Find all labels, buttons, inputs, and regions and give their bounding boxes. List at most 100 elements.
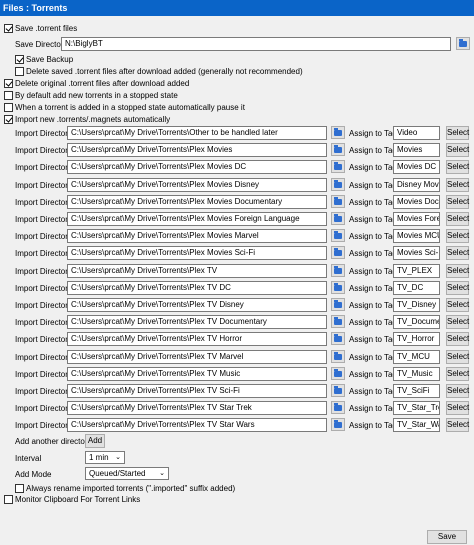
import-directory-label: Import Directory (15, 266, 72, 276)
import-directory-input[interactable]: C:\Users\prcat\My Drive\Torrents\Plex Mo… (67, 229, 327, 244)
tag-select-button[interactable]: Select (446, 332, 469, 347)
import-directory-browse-button[interactable] (331, 229, 345, 243)
import-directory-input[interactable]: C:\Users\prcat\My Drive\Torrents\Plex TV (67, 263, 327, 278)
assign-tag-label: Assign to Tag (349, 129, 397, 138)
import-directory-browse-button[interactable] (331, 143, 345, 157)
tag-select-button[interactable]: Select (446, 349, 469, 364)
tag-select-button[interactable]: Select (446, 263, 469, 278)
import-directory-input[interactable]: C:\Users\prcat\My Drive\Torrents\Plex TV… (67, 384, 327, 398)
folder-icon (334, 214, 342, 222)
tag-input[interactable]: Disney Movies (393, 177, 440, 192)
add-directory-label: Add another directory (15, 437, 92, 446)
tag-input[interactable]: TV_Document (393, 315, 440, 330)
tag-select-button[interactable]: Select (446, 315, 469, 330)
default-stopped-checkbox[interactable] (4, 91, 13, 100)
save-backup-checkbox[interactable] (15, 55, 24, 64)
tag-input[interactable]: Movies Docun (393, 194, 440, 209)
tag-select-button[interactable]: Select (446, 401, 469, 416)
import-directory-browse-button[interactable] (331, 126, 345, 139)
import-directory-input[interactable]: C:\Users\prcat\My Drive\Torrents\Plex TV… (67, 298, 327, 312)
tag-select-button[interactable]: Select (446, 143, 469, 158)
import-directory-input[interactable]: C:\Users\prcat\My Drive\Torrents\Plex TV… (67, 401, 327, 416)
tag-select-button[interactable]: Select (446, 246, 469, 261)
import-directory-input[interactable]: C:\Users\prcat\My Drive\Torrents\Plex Mo… (67, 177, 327, 192)
tag-select-button[interactable]: Select (446, 366, 469, 381)
tag-input[interactable]: TV_DC (393, 280, 440, 295)
import-directory-label: Import Directory (15, 232, 72, 242)
tag-select-button[interactable]: Select (446, 384, 469, 398)
tag-select-button[interactable]: Select (446, 160, 469, 175)
import-directory-browse-button[interactable] (331, 332, 345, 346)
import-directory-browse-button[interactable] (331, 212, 345, 225)
import-directory-input[interactable]: C:\Users\prcat\My Drive\Torrents\Plex Mo… (67, 212, 327, 226)
add-directory-button[interactable]: Add (85, 434, 105, 448)
assign-tag-label: Assign to Tag (349, 335, 397, 345)
tag-select-button[interactable]: Select (446, 229, 469, 244)
tag-input[interactable]: TV_Star_Wars (393, 418, 440, 433)
tag-input[interactable]: Movies DC (393, 160, 440, 175)
import-directory-input[interactable]: C:\Users\prcat\My Drive\Torrents\Plex Mo… (67, 160, 327, 175)
tag-input[interactable]: TV_PLEX (393, 263, 440, 278)
import-directory-label: Import Directory (15, 301, 72, 310)
import-directory-browse-button[interactable] (331, 298, 345, 311)
pause-stopped-label: When a torrent is added in a stopped sta… (15, 103, 245, 112)
import-directory-input[interactable]: C:\Users\prcat\My Drive\Torrents\Plex TV… (67, 366, 327, 381)
interval-select[interactable]: 1 min ⌄ (85, 451, 125, 464)
tag-select-button[interactable]: Select (446, 177, 469, 192)
import-directory-input[interactable]: C:\Users\prcat\My Drive\Torrents\Plex TV… (67, 332, 327, 347)
import-directory-input[interactable]: C:\Users\prcat\My Drive\Torrents\Plex TV… (67, 349, 327, 364)
tag-input[interactable]: TV_Horror (393, 332, 440, 347)
folder-icon (334, 128, 342, 136)
import-auto-checkbox[interactable] (4, 115, 13, 124)
import-directory-browse-button[interactable] (331, 263, 345, 277)
import-directory-input[interactable]: C:\Users\prcat\My Drive\Torrents\Plex TV… (67, 418, 327, 433)
save-directory-browse-button[interactable] (456, 37, 470, 50)
tag-input[interactable]: TV_Disney (393, 298, 440, 312)
delete-original-checkbox[interactable] (4, 79, 13, 88)
tag-input[interactable]: Movies Sci-Fi (393, 246, 440, 261)
folder-icon (334, 248, 342, 257)
import-directory-input[interactable]: C:\Users\prcat\My Drive\Torrents\Plex Mo… (67, 246, 327, 261)
import-directory-browse-button[interactable] (331, 384, 345, 397)
import-directory-input[interactable]: C:\Users\prcat\My Drive\Torrents\Other t… (67, 126, 327, 140)
import-directory-input[interactable]: C:\Users\prcat\My Drive\Torrents\Plex TV… (67, 280, 327, 295)
import-directory-browse-button[interactable] (331, 160, 345, 174)
tag-select-button[interactable]: Select (446, 212, 469, 226)
import-directory-browse-button[interactable] (331, 418, 345, 432)
tag-input[interactable]: TV_Music (393, 366, 440, 381)
import-directory-input[interactable]: C:\Users\prcat\My Drive\Torrents\Plex Mo… (67, 194, 327, 209)
tag-input[interactable]: TV_MCU (393, 349, 440, 364)
tag-input[interactable]: Movies MCU (393, 229, 440, 244)
monitor-clipboard-checkbox[interactable] (4, 495, 13, 504)
tag-select-button[interactable]: Select (446, 194, 469, 209)
pause-stopped-checkbox[interactable] (4, 103, 13, 112)
add-mode-select[interactable]: Queued/Started ⌄ (85, 467, 169, 480)
save-directory-input[interactable]: N:\BiglyBT (61, 37, 451, 51)
always-rename-checkbox[interactable] (15, 484, 24, 493)
folder-icon (334, 420, 342, 429)
folder-icon (334, 196, 342, 205)
folder-icon (334, 162, 342, 171)
tag-select-button[interactable]: Select (446, 280, 469, 295)
tag-select-button[interactable]: Select (446, 126, 469, 140)
import-directory-input[interactable]: C:\Users\prcat\My Drive\Torrents\Plex TV… (67, 315, 327, 330)
import-directory-browse-button[interactable] (331, 177, 345, 191)
tag-input[interactable]: Video (393, 126, 440, 140)
import-directory-browse-button[interactable] (331, 366, 345, 380)
save-button[interactable]: Save (427, 530, 467, 544)
import-directory-input[interactable]: C:\Users\prcat\My Drive\Torrents\Plex Mo… (67, 143, 327, 158)
import-directory-browse-button[interactable] (331, 401, 345, 415)
import-directory-browse-button[interactable] (331, 349, 345, 363)
tag-input[interactable]: TV_SciFi (393, 384, 440, 398)
tag-select-button[interactable]: Select (446, 298, 469, 312)
delete-saved-checkbox[interactable] (15, 67, 24, 76)
import-directory-browse-button[interactable] (331, 194, 345, 208)
tag-input[interactable]: Movies (393, 143, 440, 158)
tag-input[interactable]: TV_Star_Trek (393, 401, 440, 416)
tag-input[interactable]: Movies Foreig (393, 212, 440, 226)
import-directory-browse-button[interactable] (331, 315, 345, 329)
tag-select-button[interactable]: Select (446, 418, 469, 433)
import-directory-browse-button[interactable] (331, 280, 345, 294)
save-torrent-files-checkbox[interactable] (4, 24, 13, 33)
import-directory-browse-button[interactable] (331, 246, 345, 260)
